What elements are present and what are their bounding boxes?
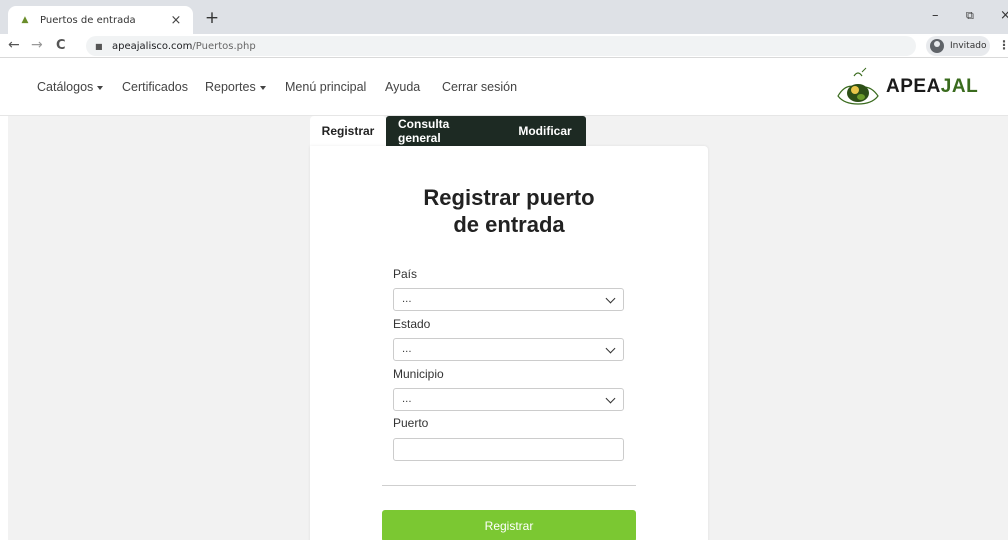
puerto-input[interactable]	[393, 438, 624, 461]
nav-menu-principal[interactable]: Menú principal	[285, 80, 366, 94]
logo-text: APEAJAL	[886, 76, 978, 98]
pais-label: País	[393, 267, 418, 281]
logo-text-jal: JAL	[940, 76, 979, 97]
tab-close-icon[interactable]: ×	[169, 13, 183, 28]
browser-tab[interactable]: ▲ Puertos de entrada ×	[8, 6, 193, 34]
nav-catalogos-label: Catálogos	[37, 80, 94, 94]
pais-select-value: ...	[402, 294, 412, 305]
puerto-label: Puerto	[393, 416, 429, 430]
estado-select-value: ...	[402, 344, 412, 355]
logo-text-apea: APEA	[886, 76, 941, 97]
tab-modificar[interactable]: Modificar	[504, 116, 586, 146]
tab-consulta-general[interactable]: Consulta general	[386, 116, 504, 146]
municipio-select-value: ...	[402, 394, 412, 405]
form-tabs: Registrar Consulta general Modificar	[310, 116, 586, 146]
form-divider	[382, 485, 636, 486]
form-title-line2: de entrada	[453, 212, 565, 237]
new-tab-icon[interactable]: +	[202, 9, 222, 27]
lock-icon: ■	[95, 41, 103, 51]
avocado-mascot-icon	[837, 67, 879, 105]
browser-tab-title: Puertos de entrada	[40, 14, 136, 26]
browser-tab-strip: ▲ Puertos de entrada × + – ⧉ ×	[0, 0, 1008, 34]
register-card: Registrar puerto de entrada País ... Est…	[310, 146, 708, 540]
restore-icon[interactable]: ⧉	[966, 9, 974, 23]
chevron-down-icon	[605, 343, 616, 354]
registrar-button[interactable]: Registrar	[382, 510, 636, 540]
estado-select[interactable]: ...	[393, 338, 624, 361]
url-text: apeajalisco.com/Puertos.php	[112, 41, 256, 52]
back-icon[interactable]: ←	[8, 37, 20, 54]
tab-registrar[interactable]: Registrar	[310, 116, 386, 146]
forward-icon[interactable]: →	[31, 37, 43, 54]
municipio-select[interactable]: ...	[393, 388, 624, 411]
caret-down-icon	[97, 85, 104, 90]
more-menu-icon[interactable]: ⋮	[998, 38, 1008, 52]
left-margin-strip	[0, 116, 8, 540]
nav-reportes[interactable]: Reportes	[205, 80, 266, 94]
form-title-line1: Registrar puerto	[423, 185, 595, 210]
chevron-down-icon	[605, 293, 616, 304]
profile-label: Invitado	[950, 41, 987, 51]
caret-down-icon	[259, 85, 266, 90]
nav-ayuda[interactable]: Ayuda	[385, 80, 420, 94]
profile-button[interactable]: Invitado	[926, 36, 990, 56]
estado-label: Estado	[393, 317, 431, 331]
nav-reportes-label: Reportes	[205, 80, 256, 94]
pais-select[interactable]: ...	[393, 288, 624, 311]
chevron-down-icon	[605, 393, 616, 404]
close-window-icon[interactable]: ×	[1000, 8, 1008, 23]
nav-certificados[interactable]: Certificados	[122, 80, 188, 94]
site-favicon-icon: ▲	[21, 15, 29, 25]
municipio-label: Municipio	[393, 367, 444, 381]
address-bar: ← → C ■ apeajalisco.com/Puertos.php Invi…	[0, 34, 1008, 58]
site-navbar: Catálogos Certificados Reportes Menú pri…	[0, 58, 1008, 116]
url-path: /Puertos.php	[192, 40, 256, 52]
avatar-icon	[930, 39, 944, 53]
url-field[interactable]: ■ apeajalisco.com/Puertos.php	[86, 36, 916, 56]
url-domain: apeajalisco.com	[112, 40, 193, 52]
minimize-icon[interactable]: –	[932, 8, 939, 23]
form-title: Registrar puerto de entrada	[310, 184, 708, 238]
reload-icon[interactable]: C	[56, 37, 66, 54]
apeajal-logo[interactable]: APEAJAL	[832, 66, 982, 108]
nav-cerrar-sesion[interactable]: Cerrar sesión	[442, 80, 517, 94]
nav-catalogos[interactable]: Catálogos	[37, 80, 104, 94]
